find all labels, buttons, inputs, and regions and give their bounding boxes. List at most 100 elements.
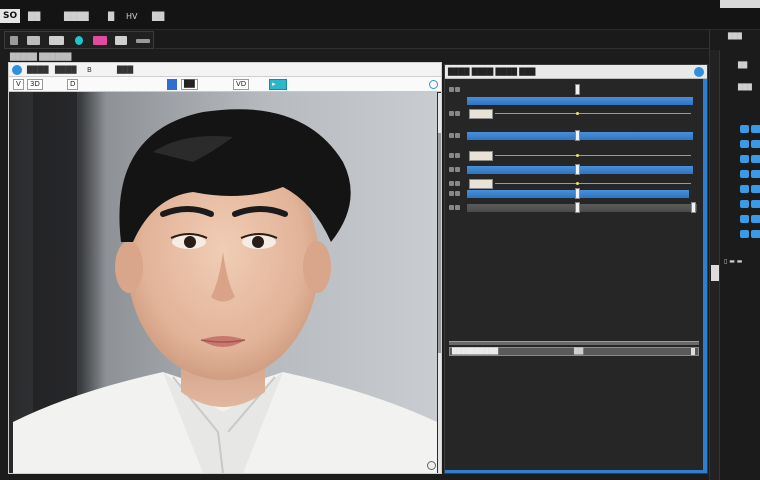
- tool-play-button[interactable]: ▸: [269, 79, 287, 90]
- window-controls[interactable]: [720, 0, 760, 8]
- track-bar[interactable]: [467, 97, 693, 105]
- timeline-scrubber[interactable]: ██████████ ██: [449, 347, 699, 356]
- scrollbar-thumb[interactable]: [438, 133, 441, 353]
- track-controls-icon[interactable]: [449, 152, 465, 160]
- clip-thumbnail[interactable]: [469, 151, 493, 161]
- menu-item-4[interactable]: HV: [126, 12, 138, 22]
- menu-item-1[interactable]: ██: [28, 12, 40, 22]
- track-row[interactable]: [447, 188, 701, 199]
- side-button-icon[interactable]: [751, 170, 760, 178]
- track-bar[interactable]: [467, 166, 693, 174]
- menu-item-2[interactable]: ████: [64, 12, 89, 22]
- panel-options-icon[interactable]: [694, 67, 704, 77]
- tool-line-icon[interactable]: [136, 39, 150, 43]
- app-logo: SO: [0, 9, 21, 23]
- keyframe-icon[interactable]: [576, 182, 579, 185]
- color-swatch-magenta[interactable]: [93, 36, 107, 45]
- side-panel-title: ███: [728, 33, 742, 40]
- clip-thumbnail[interactable]: [469, 109, 493, 119]
- track-row[interactable]: [447, 202, 701, 213]
- track-controls-icon[interactable]: [449, 190, 465, 198]
- tool-vd-button[interactable]: VD: [233, 79, 250, 90]
- tool-3d-button[interactable]: 3D: [27, 79, 43, 90]
- side-button-icon[interactable]: [751, 185, 760, 193]
- panel-scrollbar[interactable]: [703, 79, 707, 473]
- track-controls-icon[interactable]: [449, 110, 465, 118]
- tool-v-button[interactable]: V: [13, 79, 24, 90]
- playhead-marker[interactable]: [575, 202, 580, 213]
- track-row[interactable]: [447, 179, 701, 189]
- document-toolbar: V 3D D ██ VD ▸: [9, 77, 441, 92]
- right-side-panel: ███ ██ ███ ▯ ▬ ▬: [709, 30, 760, 480]
- side-button-icon[interactable]: [740, 215, 749, 223]
- side-button-icon[interactable]: [740, 155, 749, 163]
- tool-d-button[interactable]: D: [67, 79, 79, 90]
- side-button-icon[interactable]: [740, 200, 749, 208]
- tool-select-icon[interactable]: [27, 36, 40, 45]
- side-button-icon[interactable]: [740, 170, 749, 178]
- canvas-vertical-scrollbar[interactable]: [438, 93, 441, 473]
- portrait-photo: [13, 92, 437, 473]
- playhead-marker[interactable]: [575, 84, 580, 95]
- track-line: [495, 155, 691, 156]
- document-options-icon[interactable]: [429, 80, 438, 89]
- track-controls-icon[interactable]: [449, 204, 465, 212]
- timeline-ruler[interactable]: [449, 341, 699, 345]
- track-row[interactable]: [447, 84, 701, 105]
- side-button-icon[interactable]: [740, 230, 749, 238]
- side-button-icon[interactable]: [751, 140, 760, 148]
- side-button-icon[interactable]: [740, 125, 749, 133]
- doc-tab-4[interactable]: ███: [117, 65, 133, 75]
- playhead-marker[interactable]: [575, 130, 580, 141]
- document-tab-bar: ████ ████ B ███: [9, 63, 441, 77]
- track-row[interactable]: [447, 109, 701, 119]
- side-button-icon[interactable]: [740, 140, 749, 148]
- side-scrollbar[interactable]: [710, 50, 720, 480]
- track-line: [495, 183, 691, 184]
- side-button-icon[interactable]: [751, 230, 760, 238]
- doc-tab-1[interactable]: ████: [27, 65, 49, 75]
- color-swatch-cyan[interactable]: [75, 36, 83, 45]
- track-bar[interactable]: [467, 204, 697, 212]
- track-bar[interactable]: [467, 132, 693, 140]
- track-controls-icon[interactable]: [449, 180, 465, 188]
- menu-item-3[interactable]: █: [108, 12, 114, 22]
- tool-blue-swatch[interactable]: [167, 79, 177, 90]
- tool-brush-icon[interactable]: [115, 36, 127, 45]
- tool-move-icon[interactable]: [10, 36, 18, 45]
- track-controls-icon[interactable]: [449, 166, 465, 174]
- resize-handle-icon[interactable]: [427, 461, 436, 470]
- options-bar: [155, 31, 720, 49]
- panel-title: ████ ████ ████ ███: [445, 65, 707, 79]
- menu-item-5[interactable]: ██: [152, 12, 164, 22]
- playhead-marker[interactable]: [575, 164, 580, 175]
- side-button-icon[interactable]: [751, 125, 760, 133]
- image-document-window: ████ ████ B ███ V 3D D ██ VD ▸: [8, 62, 442, 474]
- track-row[interactable]: [447, 164, 701, 175]
- timeline-mid-label: ██: [574, 348, 584, 355]
- track-line: [495, 113, 691, 114]
- side-button-icon[interactable]: [740, 185, 749, 193]
- doc-tab-2[interactable]: ████: [55, 65, 77, 75]
- timeline-end-handle[interactable]: [691, 348, 695, 355]
- tool-grid-button[interactable]: ██: [181, 79, 198, 90]
- panel-bottom-border: [445, 470, 707, 473]
- track-row[interactable]: [447, 130, 701, 141]
- image-canvas[interactable]: [13, 92, 437, 473]
- clip-thumbnail[interactable]: [469, 179, 493, 189]
- keyframe-icon[interactable]: [576, 112, 579, 115]
- layers-panel: ████ ████ ████ ███ ██████████ ██: [444, 64, 708, 474]
- menu-bar: SO ██ ████ █ HV ██: [0, 0, 760, 30]
- side-button-icon[interactable]: [751, 155, 760, 163]
- side-scroll-knob[interactable]: [711, 265, 719, 281]
- track-row[interactable]: [447, 151, 701, 161]
- track-controls-icon[interactable]: [449, 132, 465, 140]
- side-button-icon[interactable]: [751, 215, 760, 223]
- doc-tab-3[interactable]: B: [87, 65, 92, 75]
- keyframe-icon[interactable]: [576, 154, 579, 157]
- side-button-icon[interactable]: [751, 200, 760, 208]
- playhead-marker[interactable]: [575, 188, 580, 199]
- tool-crop-icon[interactable]: [49, 36, 64, 45]
- end-marker[interactable]: [691, 202, 696, 213]
- track-controls-icon[interactable]: [449, 86, 465, 94]
